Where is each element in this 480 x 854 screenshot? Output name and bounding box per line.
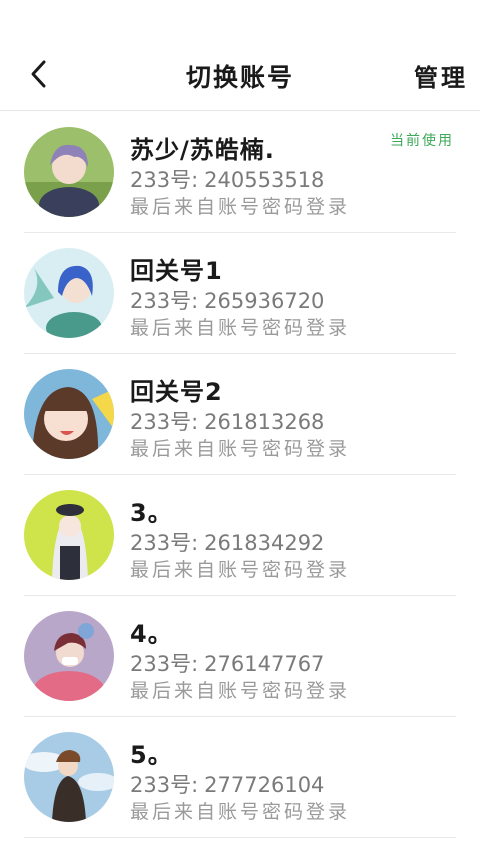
- login-method: 最后来自账号密码登录: [130, 317, 351, 339]
- account-item[interactable]: 5。 233号: 277726104 最后来自账号密码登录: [24, 717, 456, 838]
- avatar: [24, 732, 114, 822]
- anime-boy-blue-hair-avatar: [24, 248, 114, 338]
- account-item[interactable]: 4。 233号: 276147767 最后来自账号密码登录: [24, 596, 456, 717]
- account-id-label: 233号:: [130, 168, 199, 192]
- account-item[interactable]: 回关号2 233号: 261813268 最后来自账号密码登录: [24, 354, 456, 475]
- login-method: 最后来自账号密码登录: [130, 438, 351, 460]
- page-title: 切换账号: [185, 63, 294, 92]
- anime-girl-white-hair-avatar: [24, 490, 114, 580]
- account-list: 苏少/苏皓楠. 233号: 240553518 最后来自账号密码登录 当前使用 回…: [0, 112, 480, 838]
- account-id-label: 233号:: [130, 289, 199, 313]
- login-method: 最后来自账号密码登录: [130, 559, 351, 581]
- avatar: [24, 127, 114, 217]
- account-id: 233号: 240553518: [130, 164, 324, 194]
- account-item[interactable]: 苏少/苏皓楠. 233号: 240553518 最后来自账号密码登录 当前使用: [24, 112, 456, 233]
- account-name: 4。: [130, 620, 173, 648]
- account-id-value: 265936720: [204, 289, 325, 313]
- account-id-value: 261834292: [204, 531, 325, 555]
- account-id: 233号: 277726104: [130, 769, 324, 799]
- account-id: 233号: 261834292: [130, 527, 324, 557]
- manage-button[interactable]: 管理: [414, 58, 468, 93]
- avatar: [24, 490, 114, 580]
- anime-girl-brown-hair-avatar: [24, 369, 114, 459]
- account-name: 苏少/苏皓楠.: [130, 136, 275, 164]
- login-method: 最后来自账号密码登录: [130, 801, 351, 823]
- account-name: 5。: [130, 741, 173, 769]
- anime-boy-red-hair-avatar: [24, 611, 114, 701]
- account-id-label: 233号:: [130, 773, 199, 797]
- account-id: 233号: 261813268: [130, 406, 324, 436]
- avatar: [24, 369, 114, 459]
- account-id-label: 233号:: [130, 410, 199, 434]
- account-item[interactable]: 回关号1 233号: 265936720 最后来自账号密码登录: [24, 233, 456, 354]
- top-bar: 切换账号 管理: [0, 0, 480, 111]
- account-id-value: 277726104: [204, 773, 325, 797]
- account-name: 回关号1: [130, 257, 223, 285]
- current-account-badge: 当前使用: [390, 133, 454, 149]
- account-id-value: 240553518: [204, 168, 325, 192]
- account-id: 233号: 276147767: [130, 648, 324, 678]
- account-name: 3。: [130, 499, 173, 527]
- account-id-value: 261813268: [204, 410, 325, 434]
- avatar: [24, 611, 114, 701]
- account-id-label: 233号:: [130, 531, 199, 555]
- login-method: 最后来自账号密码登录: [130, 196, 351, 218]
- account-id-label: 233号:: [130, 652, 199, 676]
- account-id-value: 276147767: [204, 652, 325, 676]
- account-id: 233号: 265936720: [130, 285, 324, 315]
- anime-boy-purple-hair-avatar: [24, 127, 114, 217]
- account-name: 回关号2: [130, 378, 223, 406]
- login-method: 最后来自账号密码登录: [130, 680, 351, 702]
- avatar: [24, 248, 114, 338]
- account-item[interactable]: 3。 233号: 261834292 最后来自账号密码登录: [24, 475, 456, 596]
- anime-character-sky-avatar: [24, 732, 114, 822]
